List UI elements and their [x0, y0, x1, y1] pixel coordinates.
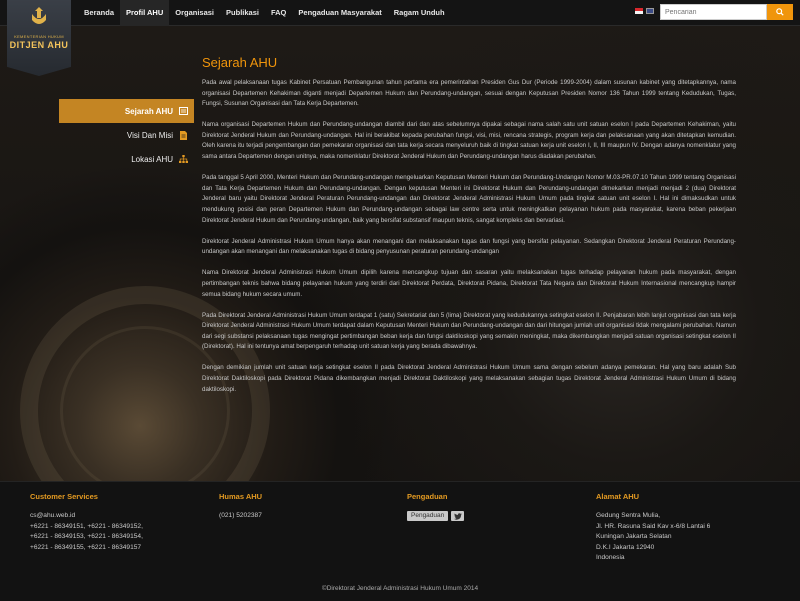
content-paragraph: Nama Direktorat Jenderal Administrasi Hu…: [202, 269, 736, 298]
copyright-text: ©Direktorat Jenderal Administrasi Hukum …: [321, 585, 479, 592]
sidebar-item-label: Lokasi AHU: [131, 154, 173, 164]
footer-heading: Alamat AHU: [596, 492, 640, 501]
content-paragraph: Dengan demikian jumlah unit satuan kerja…: [202, 364, 736, 393]
nav-item-beranda[interactable]: Beranda: [78, 0, 120, 26]
search-button[interactable]: [767, 4, 793, 20]
sidebar-item-visi-misi[interactable]: Visi Dan Misi: [59, 123, 194, 147]
footer-heading: Humas AHU: [219, 492, 263, 501]
document-icon: [179, 130, 188, 140]
emblem-icon: [32, 7, 46, 24]
list-icon: [179, 107, 188, 116]
history-content: Pada awal pelaksanaan tugas Kabinet Pers…: [202, 78, 736, 406]
search-icon: [776, 8, 784, 16]
nav-item-pengaduan-masyarakat[interactable]: Pengaduan Masyarakat: [292, 0, 387, 26]
customer-service-phone: +6221 - 86349153, +6221 - 86349154,: [30, 533, 143, 540]
humas-phone: (021) 5202387: [219, 512, 262, 519]
address-line: Jl. HR. Rasuna Said Kav x-6/8 Lantai 6: [596, 522, 711, 530]
main-nav: Beranda Profil AHU Organisasi Publikasi …: [78, 0, 451, 26]
nav-item-profil-ahu[interactable]: Profil AHU: [120, 0, 170, 26]
sidebar-item-sejarah[interactable]: Sejarah AHU: [59, 99, 194, 123]
nav-item-ragam-unduh[interactable]: Ragam Unduh: [388, 0, 451, 26]
logo-title: DITJEN AHU: [9, 40, 69, 50]
site-logo[interactable]: KEMENTERIAN HUKUM DITJEN AHU: [7, 0, 71, 76]
page-title: Sejarah AHU: [202, 55, 278, 70]
indonesian-flag-icon[interactable]: [635, 8, 643, 14]
customer-service-phone: +6221 - 86349155, +6221 - 86349157: [30, 543, 142, 551]
nav-item-organisasi[interactable]: Organisasi: [169, 0, 220, 26]
search-input[interactable]: [660, 4, 767, 20]
footer-pengaduan: Pengaduan Pengaduan: [407, 492, 465, 521]
sitemap-icon: [179, 155, 188, 164]
footer-alamat: Alamat AHU Gedung Sentra Mulia, Jl. HR. …: [596, 492, 710, 564]
sidebar-item-label: Visi Dan Misi: [126, 130, 173, 140]
content-paragraph: Nama organisasi Departemen Hukum dan Per…: [202, 121, 736, 161]
profile-sidebar: Sejarah AHU Visi Dan Misi Lokasi AHU: [59, 99, 194, 171]
address-line: Gedung Sentra Mulia,: [596, 512, 661, 519]
customer-service-email[interactable]: cs@ahu.web.id: [30, 511, 143, 522]
site-footer: Customer Services cs@ahu.web.id +6221 - …: [0, 481, 800, 601]
footer-customer-services: Customer Services cs@ahu.web.id +6221 - …: [30, 492, 143, 553]
logo-ministry-text: KEMENTERIAN HUKUM: [14, 34, 64, 39]
content-paragraph: Pada awal pelaksanaan tugas Kabinet Pers…: [202, 79, 736, 108]
twitter-button[interactable]: [451, 511, 465, 521]
address-line: Indonesia: [596, 554, 625, 561]
twitter-icon: [453, 512, 462, 520]
nav-item-publikasi[interactable]: Publikasi: [220, 0, 265, 26]
content-paragraph: Pada Direktorat Jenderal Administrasi Hu…: [202, 311, 736, 351]
top-navbar: Beranda Profil AHU Organisasi Publikasi …: [0, 0, 800, 26]
customer-service-phone: +6221 - 86349151, +6221 - 86349152,: [30, 522, 143, 530]
english-flag-icon[interactable]: [646, 8, 654, 14]
nav-item-faq[interactable]: FAQ: [265, 0, 292, 26]
sidebar-item-lokasi[interactable]: Lokasi AHU: [59, 147, 194, 171]
sidebar-item-label: Sejarah AHU: [124, 106, 173, 116]
language-switcher: [635, 8, 654, 14]
content-paragraph: Direktorat Jenderal Administrasi Hukum U…: [202, 237, 736, 256]
footer-heading: Pengaduan: [407, 492, 448, 501]
footer-humas: Humas AHU (021) 5202387: [219, 492, 262, 522]
content-paragraph: Pada tanggal 5 April 2000, Menteri Hukum…: [202, 174, 736, 224]
address-line: D.K.I Jakarta 12940: [596, 543, 655, 551]
footer-heading: Customer Services: [30, 492, 98, 501]
pengaduan-button[interactable]: Pengaduan: [407, 511, 449, 521]
address-line: Kuningan Jakarta Selatan: [596, 533, 672, 540]
